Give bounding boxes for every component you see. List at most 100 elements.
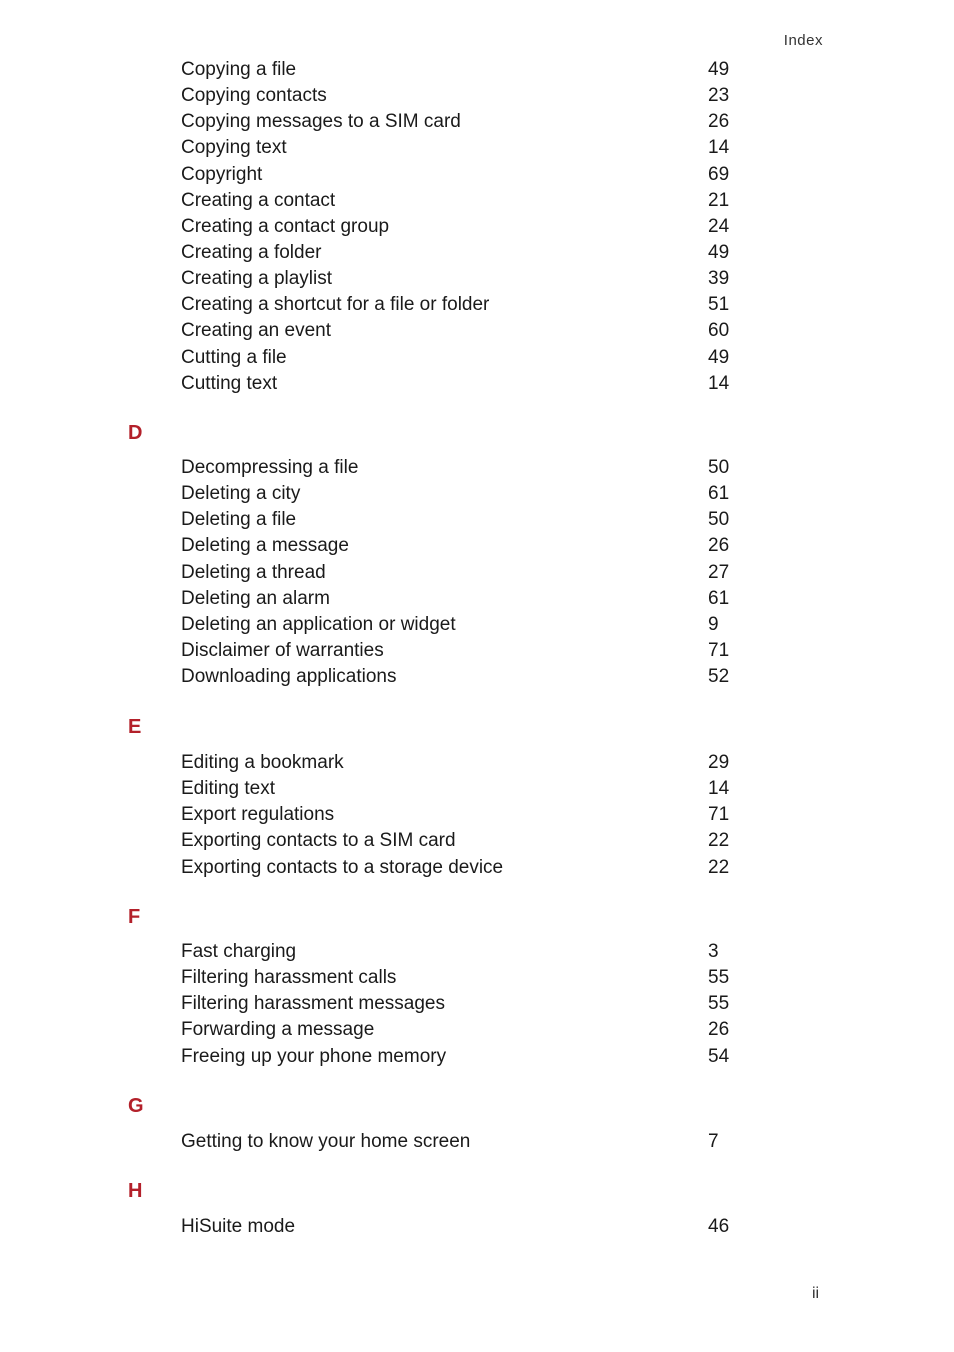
index-entry[interactable]: Exporting contacts to a SIM card 22 xyxy=(0,828,954,854)
entry-page: 21 xyxy=(708,189,730,211)
index-entry[interactable]: Freeing up your phone memory 54 xyxy=(0,1044,954,1070)
entry-page: 26 xyxy=(708,1019,730,1041)
entry-title: Disclaimer of warranties xyxy=(181,639,384,661)
index-entry[interactable]: Creating a contact group 24 xyxy=(0,214,954,240)
index-entry[interactable]: Decompressing a file 50 xyxy=(0,455,954,481)
entry-title: Forwarding a message xyxy=(181,1019,375,1041)
entry-page: 51 xyxy=(708,294,730,316)
index-entry[interactable]: Downloading applications 52 xyxy=(0,664,954,690)
index-entry[interactable]: Disclaimer of warranties 71 xyxy=(0,638,954,664)
index-entry[interactable]: Deleting an application or widget 9 xyxy=(0,612,954,638)
entry-title: Cutting a file xyxy=(181,346,287,368)
entry-page: 69 xyxy=(708,163,730,185)
entry-page: 52 xyxy=(708,666,730,688)
index-entry[interactable]: Copying messages to a SIM card 26 xyxy=(0,109,954,135)
entry-page: 39 xyxy=(708,268,730,290)
index-entry[interactable]: Editing a bookmark 29 xyxy=(0,750,954,776)
running-header: Index xyxy=(783,32,823,49)
entry-title: Copying a file xyxy=(181,59,297,80)
entry-title: Deleting a message xyxy=(181,535,349,557)
index-entry[interactable]: Cutting text 14 xyxy=(0,371,954,397)
entry-page: 27 xyxy=(708,561,730,583)
entry-page: 23 xyxy=(708,85,730,107)
index-entry[interactable]: Fast charging 3 xyxy=(0,939,954,965)
index-section: Decompressing a file 50 Deleting a city 61 D… xyxy=(0,455,954,690)
index-entry[interactable]: Copying a file 49 xyxy=(0,57,954,83)
section-letter: F xyxy=(128,906,141,928)
entry-title: Filtering harassment messages xyxy=(181,993,445,1015)
entry-page: 26 xyxy=(708,535,730,557)
entry-page: 61 xyxy=(708,587,730,609)
index-entry[interactable]: HiSuite mode 46 xyxy=(0,1214,954,1240)
index-entry[interactable]: Filtering harassment calls 55 xyxy=(0,965,954,991)
page-number: ii xyxy=(812,1285,820,1302)
section-letter: D xyxy=(128,422,143,444)
entry-page: 14 xyxy=(708,137,730,159)
index-entry[interactable]: Creating a folder 49 xyxy=(0,240,954,266)
index-section: HiSuite mode 46 xyxy=(0,1214,954,1240)
entry-title: Editing text xyxy=(181,778,275,800)
index-entry[interactable]: Creating an event 60 xyxy=(0,318,954,344)
index-entry[interactable]: Copying text 14 xyxy=(0,135,954,161)
entry-page: 50 xyxy=(708,457,730,478)
index-entry[interactable]: Editing text 14 xyxy=(0,776,954,802)
entry-page: 49 xyxy=(708,59,730,80)
index-entry[interactable]: Copyright 69 xyxy=(0,162,954,188)
entry-title: Creating a playlist xyxy=(181,268,333,290)
entry-page: 55 xyxy=(708,993,730,1015)
section-letter: E xyxy=(128,716,142,738)
index-section: Editing a bookmark 29 Editing text 14 Export… xyxy=(0,750,954,881)
section-letter: H xyxy=(128,1180,143,1202)
index-entry[interactable]: Creating a shortcut for a file or folder… xyxy=(0,292,954,318)
entry-page: 3 xyxy=(708,941,719,962)
entry-title: Copyright xyxy=(181,163,263,185)
index-entry[interactable]: Cutting a file 49 xyxy=(0,345,954,371)
entry-page: 54 xyxy=(708,1045,730,1067)
index-entry[interactable]: Exporting contacts to a storage device 22 xyxy=(0,855,954,881)
entry-title: Creating a shortcut for a file or folder xyxy=(181,294,490,316)
entry-page: 24 xyxy=(708,215,730,237)
entry-title: Creating a contact group xyxy=(181,215,390,237)
index-entry[interactable]: Forwarding a message 26 xyxy=(0,1017,954,1043)
entry-title: Exporting contacts to a SIM card xyxy=(181,830,456,852)
entry-title: Deleting an application or widget xyxy=(181,613,456,635)
entry-title: Creating an event xyxy=(181,320,331,342)
index-entry[interactable]: Getting to know your home screen 7 xyxy=(0,1129,954,1155)
entry-title: HiSuite mode xyxy=(181,1216,296,1237)
entry-title: Copying contacts xyxy=(181,85,327,107)
index-entry[interactable]: Deleting a file 50 xyxy=(0,507,954,533)
entry-title: Freeing up your phone memory xyxy=(181,1045,447,1067)
entry-page: 49 xyxy=(708,346,730,368)
entry-page: 7 xyxy=(708,1131,719,1152)
index-entry[interactable]: Deleting a thread 27 xyxy=(0,560,954,586)
index-entry[interactable]: Deleting a message 26 xyxy=(0,533,954,559)
entry-title: Exporting contacts to a storage device xyxy=(181,856,504,878)
entry-title: Fast charging xyxy=(181,941,297,962)
entry-page: 49 xyxy=(708,241,730,263)
entry-page: 9 xyxy=(708,613,719,635)
entry-title: Downloading applications xyxy=(181,666,397,688)
entry-title: Copying text xyxy=(181,137,287,159)
index-entry[interactable]: Export regulations 71 xyxy=(0,802,954,828)
entry-title: Export regulations xyxy=(181,804,335,826)
entry-page: 71 xyxy=(708,639,730,661)
entry-title: Deleting a file xyxy=(181,509,297,531)
index-entry[interactable]: Deleting an alarm 61 xyxy=(0,586,954,612)
entry-page: 14 xyxy=(708,778,730,800)
index-entry[interactable]: Copying contacts 23 xyxy=(0,83,954,109)
index-entry[interactable]: Deleting a city 61 xyxy=(0,481,954,507)
index-section: Fast charging 3 Filtering harassment calls… xyxy=(0,939,954,1070)
index-entry[interactable]: Creating a contact 21 xyxy=(0,188,954,214)
index-entry[interactable]: Filtering harassment messages 55 xyxy=(0,991,954,1017)
index-entry[interactable]: Creating a playlist 39 xyxy=(0,266,954,292)
entry-page: 71 xyxy=(708,804,730,826)
entry-page: 50 xyxy=(708,509,730,531)
entry-page: 22 xyxy=(708,830,730,852)
entry-title: Creating a contact xyxy=(181,189,336,211)
entry-title: Copying messages to a SIM card xyxy=(181,111,461,133)
entry-title: Deleting a city xyxy=(181,483,301,505)
entry-title: Cutting text xyxy=(181,372,278,394)
entry-page: 26 xyxy=(708,111,730,133)
entry-page: 61 xyxy=(708,483,730,505)
entry-title: Deleting an alarm xyxy=(181,587,330,609)
